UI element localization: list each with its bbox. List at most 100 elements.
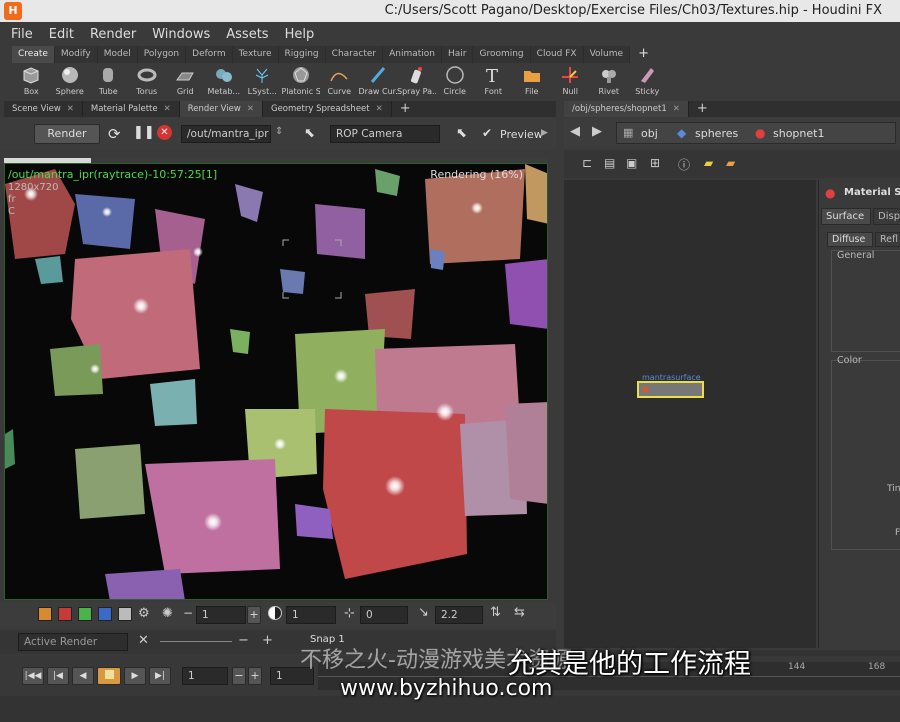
frame-increment-button[interactable]: + [248,667,262,685]
breadcrumb-shopnet[interactable]: shopnet1 [773,127,824,140]
tool-sticky[interactable]: Sticky [628,63,667,100]
forward-arrow-icon[interactable]: ▶ [592,124,602,139]
tab-render-view[interactable]: Render View ✕ [179,101,263,117]
frame-decrement-button[interactable]: − [232,667,246,685]
shelf-tab-grooming[interactable]: Grooming [473,46,531,63]
tool-circle[interactable]: Circle [436,63,475,100]
list-view-icon[interactable]: ▤ [604,156,615,170]
tab-displacement[interactable]: Disp [873,208,900,225]
tool-draw-curve[interactable]: Draw Cur... [359,63,397,100]
grid-view-icon[interactable]: ⊞ [650,156,660,170]
exposure-icon[interactable]: ✺ [162,606,173,621]
shelf-tab-modify[interactable]: Modify [54,46,98,63]
camera-pick-icon[interactable]: ⬉ [456,126,467,141]
rop-path-field[interactable]: /out/mantra_ipr [181,125,271,143]
network-editor[interactable]: mantrasurface [564,180,816,648]
menu-edit[interactable]: Edit [38,27,79,42]
jump-start-button[interactable]: |◀◀ [22,667,44,685]
render-button[interactable]: Render [34,124,100,144]
tool-grid[interactable]: Grid [166,63,205,100]
gamma-field[interactable]: 1 [286,606,336,624]
tool-font[interactable]: T Font [474,63,513,100]
shelf-tab-cloud-fx[interactable]: Cloud FX [530,46,584,63]
layout-icon[interactable]: ▣ [626,156,637,170]
stop-button[interactable] [97,667,121,685]
stop-icon[interactable]: ✕ [157,125,172,140]
lut-icon[interactable]: ⊹ [344,606,355,621]
tool-lsystem[interactable]: LSyst... [243,63,282,100]
shelf-tab-polygon[interactable]: Polygon [137,46,187,63]
tab-surface[interactable]: Surface [821,208,871,225]
tool-null[interactable]: Null [551,63,590,100]
tool-tube[interactable]: Tube [89,63,128,100]
close-icon[interactable]: ✕ [247,104,254,114]
tab-material-palette[interactable]: Material Palette ✕ [83,101,180,117]
tree-view-icon[interactable]: ⊏ [582,156,592,170]
history-slider[interactable] [160,641,232,642]
tool-platonic[interactable]: Platonic Sol... [282,63,320,100]
gamma-icon[interactable] [268,606,282,620]
plus-button[interactable]: + [262,633,273,648]
shelf-tab-create[interactable]: Create [12,46,55,63]
menu-assets[interactable]: Assets [215,27,273,42]
red-channel-icon[interactable] [58,607,72,621]
tool-rivet[interactable]: Rivet [590,63,629,100]
menu-help[interactable]: Help [274,27,320,42]
active-render-select[interactable]: Active Render [18,633,128,651]
menu-file[interactable]: File [0,27,38,42]
close-icon[interactable]: ✕ [138,633,149,648]
adjust-icon[interactable]: ⇅ [490,605,501,620]
play-forward-button[interactable]: ▶ [124,667,146,685]
add-pane-tab-button[interactable]: + [689,101,716,117]
refresh-icon[interactable]: ⟳ [108,125,121,143]
gamma-curve-icon[interactable]: ↘ [418,605,429,620]
close-icon[interactable]: ✕ [376,104,383,114]
chevron-down-icon[interactable]: ⇕ [275,126,283,137]
alpha-channel-icon[interactable] [118,607,132,621]
tab-network-path[interactable]: /obj/spheres/shopnet1 ✕ [564,101,689,117]
close-icon[interactable]: ✕ [673,104,680,114]
note-icon[interactable]: ▰ [704,156,713,170]
breadcrumb-obj[interactable]: obj [641,127,658,140]
decrement-button[interactable]: − [183,606,193,620]
step-back-button[interactable]: |◀ [47,667,69,685]
tool-metaball[interactable]: Metab... [205,63,244,100]
play-reverse-button[interactable]: ◀ [72,667,94,685]
mantrasurface-node[interactable] [637,381,704,398]
info-icon[interactable]: ⓘ [678,156,690,173]
breadcrumb-spheres[interactable]: spheres [695,127,738,140]
increment-button[interactable]: + [247,606,261,624]
menu-windows[interactable]: Windows [141,27,215,42]
tab-scene-view[interactable]: Scene View ✕ [4,101,83,117]
shelf-tab-model[interactable]: Model [97,46,138,63]
back-arrow-icon[interactable]: ◀ [570,124,580,139]
add-pane-tab-button[interactable]: + [392,101,419,117]
tool-box[interactable]: Box [12,63,51,100]
tool-sphere[interactable]: Sphere [51,63,90,100]
tool-torus[interactable]: Torus [128,63,167,100]
tool-spray-paint[interactable]: Spray Pa... [397,63,436,100]
exposure-field[interactable]: 1 [196,606,246,624]
shelf-tab-volume[interactable]: Volume [583,46,631,63]
menu-render[interactable]: Render [79,27,141,42]
subtab-reflect[interactable]: Refl [875,232,900,247]
snapshot-icon[interactable]: ⚙ [138,606,150,621]
preview-check-icon[interactable]: ✔ [482,126,492,140]
shelf-tab-hair[interactable]: Hair [441,46,474,63]
add-shelf-tab-button[interactable]: + [630,46,657,63]
tool-curve[interactable]: Curve [320,63,359,100]
color-channel-icon[interactable] [38,607,52,621]
lut-field[interactable]: 0 [360,606,408,624]
shelf-tab-deform[interactable]: Deform [186,46,233,63]
shelf-tab-animation[interactable]: Animation [383,46,442,63]
preview-label[interactable]: Preview [500,128,543,141]
shelf-tab-rigging[interactable]: Rigging [278,46,326,63]
step-forward-button[interactable]: ▶| [149,667,171,685]
display-gamma-field[interactable]: 2.2 [435,606,483,624]
tool-file[interactable]: File [513,63,552,100]
close-icon[interactable]: ✕ [67,104,74,114]
render-viewport[interactable]: /out/mantra_ipr(raytrace)-10:57:25[1] 12… [4,163,548,600]
compare-icon[interactable]: ⇆ [514,605,525,620]
blue-channel-icon[interactable] [98,607,112,621]
green-channel-icon[interactable] [78,607,92,621]
